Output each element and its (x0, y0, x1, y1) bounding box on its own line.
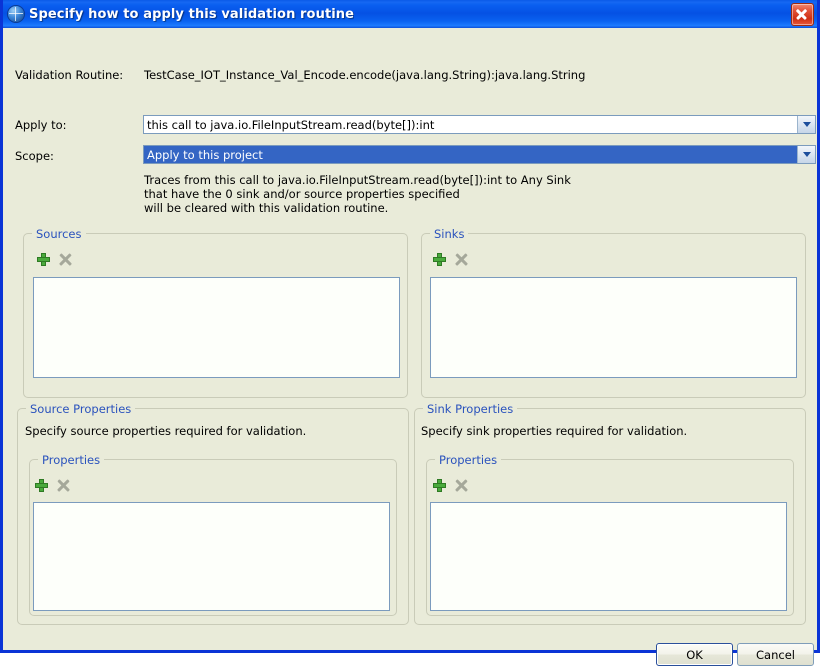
description-line-2: that have the 0 sink and/or source prope… (144, 187, 460, 201)
sink-properties-toolbar (432, 478, 469, 493)
sink-properties-inner-label: Properties (435, 453, 502, 467)
title-bar: Specify how to apply this validation rou… (3, 0, 817, 28)
sources-group-label: Sources (32, 227, 86, 241)
description-line-1: Traces from this call to java.io.FileInp… (144, 173, 571, 187)
sinks-toolbar (432, 252, 469, 267)
apply-to-dropdown[interactable]: this call to java.io.FileInputStream.rea… (143, 115, 816, 134)
delete-icon (56, 478, 71, 493)
delete-icon (454, 478, 469, 493)
scope-value: Apply to this project (144, 146, 797, 163)
dialog-body: Validation Routine: TestCase_IOT_Instanc… (3, 28, 817, 666)
add-icon[interactable] (432, 478, 447, 493)
delete-icon (58, 252, 73, 267)
add-icon[interactable] (36, 252, 51, 267)
delete-icon (454, 252, 469, 267)
source-properties-group-label: Source Properties (26, 402, 136, 416)
source-properties-help: Specify source properties required for v… (25, 424, 307, 438)
scope-label: Scope: (15, 149, 54, 163)
ok-button[interactable]: OK (656, 643, 733, 666)
dialog-window: Specify how to apply this validation rou… (0, 0, 820, 666)
sink-properties-list[interactable] (430, 502, 787, 611)
description-line-3: will be cleared with this validation rou… (144, 201, 389, 215)
sink-properties-help: Specify sink properties required for val… (421, 424, 688, 438)
validation-routine-value: TestCase_IOT_Instance_Val_Encode.encode(… (144, 68, 586, 82)
sources-list[interactable] (33, 277, 400, 378)
source-properties-inner-label: Properties (38, 453, 105, 467)
apply-to-value: this call to java.io.FileInputStream.rea… (147, 117, 435, 132)
add-icon[interactable] (432, 252, 447, 267)
chevron-down-icon[interactable] (797, 146, 815, 163)
window-title: Specify how to apply this validation rou… (29, 6, 355, 22)
sources-toolbar (36, 252, 73, 267)
close-icon[interactable] (791, 3, 814, 26)
sink-properties-group-label: Sink Properties (423, 402, 518, 416)
sinks-list[interactable] (430, 277, 797, 378)
sinks-group-label: Sinks (430, 227, 469, 241)
chevron-down-icon[interactable] (797, 116, 815, 133)
apply-to-label: Apply to: (15, 118, 67, 132)
source-properties-list[interactable] (33, 502, 390, 611)
source-properties-toolbar (34, 478, 71, 493)
scope-dropdown[interactable]: Apply to this project (143, 145, 816, 164)
add-icon[interactable] (34, 478, 49, 493)
validation-routine-label: Validation Routine: (15, 68, 124, 82)
cancel-button[interactable]: Cancel (737, 643, 814, 666)
globe-icon (8, 6, 24, 22)
